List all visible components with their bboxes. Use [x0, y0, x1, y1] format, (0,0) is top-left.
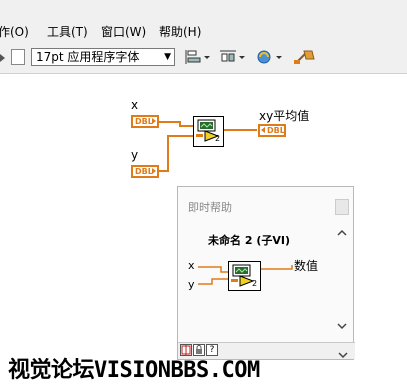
- input-y-terminal[interactable]: DBL: [131, 165, 159, 178]
- terminal-arrow-icon: [152, 118, 156, 124]
- dbl-text: DBL: [267, 126, 285, 135]
- help-x-label: x: [188, 259, 195, 272]
- scroll-up-icon: [337, 229, 347, 236]
- input-x-terminal[interactable]: DBL: [131, 115, 159, 128]
- resize-grip-icon[interactable]: [333, 343, 353, 359]
- wire-x: [159, 121, 193, 127]
- watermark-text: 视觉论坛VISIONBBS.COM: [8, 358, 260, 383]
- help-wires: [198, 265, 293, 285]
- output-label: xy平均值: [259, 109, 310, 123]
- scroll-down-icon: [337, 323, 347, 330]
- dbl-text: DBL: [135, 117, 153, 126]
- context-help-window: 即时帮助 未命名 2 (子VI) x y 数值 2 ?: [177, 186, 355, 360]
- subvi-node[interactable]: 2: [193, 116, 224, 147]
- wire-y: [159, 135, 193, 172]
- output-terminal[interactable]: DBL: [258, 124, 286, 137]
- help-output-label: 数值: [294, 259, 319, 273]
- help-y-label: y: [188, 278, 195, 291]
- dbl-text: DBL: [135, 167, 153, 176]
- input-y-label: y: [131, 148, 139, 162]
- scroll-arrows: [337, 229, 347, 330]
- subvi-number: 2: [215, 134, 221, 143]
- help-subvi-number: 2: [252, 279, 258, 288]
- terminal-arrow-icon: [152, 168, 156, 174]
- input-x-label: x: [131, 98, 139, 112]
- terminal-arrow-icon: [261, 127, 265, 133]
- help-subvi-node: 2: [228, 261, 261, 291]
- help-scrollbar[interactable]: [333, 199, 353, 339]
